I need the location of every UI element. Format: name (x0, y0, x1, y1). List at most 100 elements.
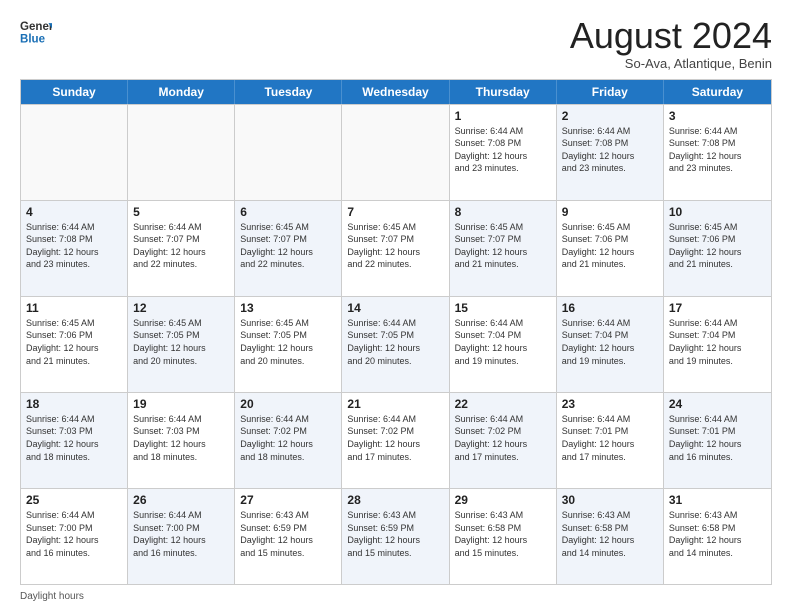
cell-info: Sunrise: 6:44 AM Sunset: 7:08 PM Dayligh… (455, 125, 551, 175)
day-cell-21: 21 Sunrise: 6:44 AM Sunset: 7:02 PM Dayli… (342, 393, 449, 488)
empty-cell (21, 105, 128, 200)
header-day-wednesday: Wednesday (342, 80, 449, 104)
day-number: 15 (455, 301, 551, 315)
day-number: 25 (26, 493, 122, 507)
cell-info: Sunrise: 6:45 AM Sunset: 7:05 PM Dayligh… (240, 317, 336, 367)
day-number: 8 (455, 205, 551, 219)
cell-info: Sunrise: 6:44 AM Sunset: 7:03 PM Dayligh… (26, 413, 122, 463)
day-cell-28: 28 Sunrise: 6:43 AM Sunset: 6:59 PM Dayli… (342, 489, 449, 584)
page: General Blue August 2024 So-Ava, Atlanti… (0, 0, 792, 612)
calendar-row-3: 11 Sunrise: 6:45 AM Sunset: 7:06 PM Dayli… (21, 296, 771, 392)
cell-info: Sunrise: 6:44 AM Sunset: 7:01 PM Dayligh… (562, 413, 658, 463)
header-day-monday: Monday (128, 80, 235, 104)
month-title: August 2024 (570, 16, 772, 56)
calendar-row-4: 18 Sunrise: 6:44 AM Sunset: 7:03 PM Dayli… (21, 392, 771, 488)
cell-info: Sunrise: 6:44 AM Sunset: 7:08 PM Dayligh… (669, 125, 766, 175)
cell-info: Sunrise: 6:44 AM Sunset: 7:02 PM Dayligh… (455, 413, 551, 463)
day-number: 12 (133, 301, 229, 315)
day-cell-4: 4 Sunrise: 6:44 AM Sunset: 7:08 PM Daylig… (21, 201, 128, 296)
day-cell-15: 15 Sunrise: 6:44 AM Sunset: 7:04 PM Dayli… (450, 297, 557, 392)
footer-note: Daylight hours (20, 589, 772, 602)
day-number: 7 (347, 205, 443, 219)
cell-info: Sunrise: 6:44 AM Sunset: 7:00 PM Dayligh… (26, 509, 122, 559)
calendar-row-5: 25 Sunrise: 6:44 AM Sunset: 7:00 PM Dayli… (21, 488, 771, 584)
day-number: 20 (240, 397, 336, 411)
day-cell-10: 10 Sunrise: 6:45 AM Sunset: 7:06 PM Dayli… (664, 201, 771, 296)
svg-text:General: General (20, 21, 52, 33)
day-number: 21 (347, 397, 443, 411)
cell-info: Sunrise: 6:44 AM Sunset: 7:02 PM Dayligh… (347, 413, 443, 463)
day-cell-13: 13 Sunrise: 6:45 AM Sunset: 7:05 PM Dayli… (235, 297, 342, 392)
day-cell-22: 22Sunrise: 6:44 AM Sunset: 7:02 PM Dayli… (450, 393, 557, 488)
cell-info: Sunrise: 6:44 AM Sunset: 7:04 PM Dayligh… (669, 317, 766, 367)
empty-cell (128, 105, 235, 200)
day-cell-9: 9Sunrise: 6:45 AM Sunset: 7:06 PM Daylig… (557, 201, 664, 296)
day-number: 27 (240, 493, 336, 507)
header: General Blue August 2024 So-Ava, Atlanti… (20, 16, 772, 71)
cell-info: Sunrise: 6:45 AM Sunset: 7:06 PM Dayligh… (669, 221, 766, 271)
calendar-row-2: 4 Sunrise: 6:44 AM Sunset: 7:08 PM Daylig… (21, 200, 771, 296)
cell-info: Sunrise: 6:44 AM Sunset: 7:04 PM Dayligh… (562, 317, 658, 367)
cell-info: Sunrise: 6:45 AM Sunset: 7:06 PM Dayligh… (26, 317, 122, 367)
day-number: 4 (26, 205, 122, 219)
day-cell-25: 25 Sunrise: 6:44 AM Sunset: 7:00 PM Dayli… (21, 489, 128, 584)
day-cell-18: 18 Sunrise: 6:44 AM Sunset: 7:03 PM Dayli… (21, 393, 128, 488)
day-number: 13 (240, 301, 336, 315)
day-cell-6: 6 Sunrise: 6:45 AM Sunset: 7:07 PM Daylig… (235, 201, 342, 296)
calendar: SundayMondayTuesdayWednesdayThursdayFrid… (20, 79, 772, 585)
day-cell-11: 11 Sunrise: 6:45 AM Sunset: 7:06 PM Dayli… (21, 297, 128, 392)
day-cell-29: 29 Sunrise: 6:43 AM Sunset: 6:58 PM Dayli… (450, 489, 557, 584)
cell-info: Sunrise: 6:44 AM Sunset: 7:03 PM Dayligh… (133, 413, 229, 463)
cell-info: Sunrise: 6:45 AM Sunset: 7:06 PM Dayligh… (562, 221, 658, 271)
day-number: 28 (347, 493, 443, 507)
day-number: 26 (133, 493, 229, 507)
svg-text:Blue: Blue (20, 34, 46, 46)
header-day-thursday: Thursday (450, 80, 557, 104)
day-cell-1: 1Sunrise: 6:44 AM Sunset: 7:08 PM Daylig… (450, 105, 557, 200)
day-cell-2: 2Sunrise: 6:44 AM Sunset: 7:08 PM Daylig… (557, 105, 664, 200)
cell-info: Sunrise: 6:44 AM Sunset: 7:07 PM Dayligh… (133, 221, 229, 271)
cell-info: Sunrise: 6:44 AM Sunset: 7:08 PM Dayligh… (26, 221, 122, 271)
cell-info: Sunrise: 6:44 AM Sunset: 7:02 PM Dayligh… (240, 413, 336, 463)
day-number: 30 (562, 493, 658, 507)
day-number: 29 (455, 493, 551, 507)
day-cell-17: 17Sunrise: 6:44 AM Sunset: 7:04 PM Dayli… (664, 297, 771, 392)
day-cell-14: 14Sunrise: 6:44 AM Sunset: 7:05 PM Dayli… (342, 297, 449, 392)
cell-info: Sunrise: 6:44 AM Sunset: 7:04 PM Dayligh… (455, 317, 551, 367)
header-day-tuesday: Tuesday (235, 80, 342, 104)
cell-info: Sunrise: 6:43 AM Sunset: 6:59 PM Dayligh… (240, 509, 336, 559)
day-cell-30: 30 Sunrise: 6:43 AM Sunset: 6:58 PM Dayli… (557, 489, 664, 584)
day-number: 3 (669, 109, 766, 123)
day-cell-26: 26Sunrise: 6:44 AM Sunset: 7:00 PM Dayli… (128, 489, 235, 584)
day-number: 24 (669, 397, 766, 411)
cell-info: Sunrise: 6:45 AM Sunset: 7:07 PM Dayligh… (347, 221, 443, 271)
day-cell-7: 7 Sunrise: 6:45 AM Sunset: 7:07 PM Daylig… (342, 201, 449, 296)
day-number: 11 (26, 301, 122, 315)
header-day-friday: Friday (557, 80, 664, 104)
day-number: 23 (562, 397, 658, 411)
calendar-header: SundayMondayTuesdayWednesdayThursdayFrid… (21, 80, 771, 104)
cell-info: Sunrise: 6:45 AM Sunset: 7:05 PM Dayligh… (133, 317, 229, 367)
day-number: 31 (669, 493, 766, 507)
day-number: 10 (669, 205, 766, 219)
day-number: 6 (240, 205, 336, 219)
calendar-body: 1Sunrise: 6:44 AM Sunset: 7:08 PM Daylig… (21, 104, 771, 584)
day-number: 18 (26, 397, 122, 411)
location-subtitle: So-Ava, Atlantique, Benin (570, 56, 772, 71)
empty-cell (235, 105, 342, 200)
cell-info: Sunrise: 6:43 AM Sunset: 6:58 PM Dayligh… (455, 509, 551, 559)
cell-info: Sunrise: 6:44 AM Sunset: 7:08 PM Dayligh… (562, 125, 658, 175)
cell-info: Sunrise: 6:43 AM Sunset: 6:59 PM Dayligh… (347, 509, 443, 559)
cell-info: Sunrise: 6:43 AM Sunset: 6:58 PM Dayligh… (562, 509, 658, 559)
cell-info: Sunrise: 6:45 AM Sunset: 7:07 PM Dayligh… (240, 221, 336, 271)
day-cell-16: 16Sunrise: 6:44 AM Sunset: 7:04 PM Dayli… (557, 297, 664, 392)
day-cell-19: 19Sunrise: 6:44 AM Sunset: 7:03 PM Dayli… (128, 393, 235, 488)
day-cell-3: 3 Sunrise: 6:44 AM Sunset: 7:08 PM Daylig… (664, 105, 771, 200)
cell-info: Sunrise: 6:43 AM Sunset: 6:58 PM Dayligh… (669, 509, 766, 559)
day-cell-31: 31 Sunrise: 6:43 AM Sunset: 6:58 PM Dayli… (664, 489, 771, 584)
day-cell-27: 27 Sunrise: 6:43 AM Sunset: 6:59 PM Dayli… (235, 489, 342, 584)
cell-info: Sunrise: 6:45 AM Sunset: 7:07 PM Dayligh… (455, 221, 551, 271)
day-cell-24: 24Sunrise: 6:44 AM Sunset: 7:01 PM Dayli… (664, 393, 771, 488)
day-number: 5 (133, 205, 229, 219)
title-block: August 2024 So-Ava, Atlantique, Benin (570, 16, 772, 71)
